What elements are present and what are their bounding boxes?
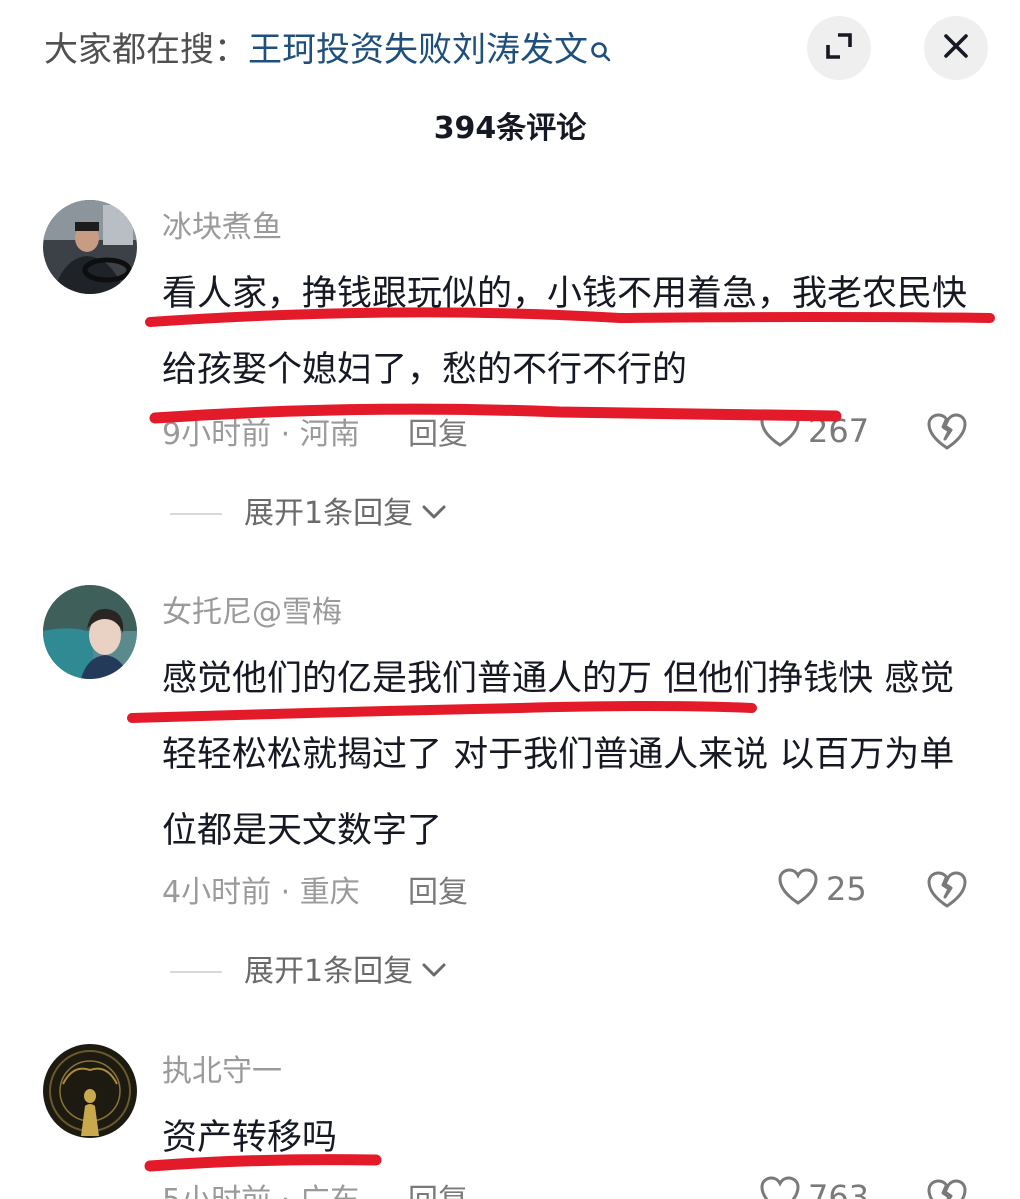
avatar[interactable] xyxy=(43,200,137,294)
expand-replies-label: 展开1条回复 xyxy=(244,496,414,531)
comment-time-location: 5小时前 · 广东 xyxy=(162,1180,360,1199)
avatar[interactable] xyxy=(43,1044,137,1138)
dislike-button[interactable] xyxy=(926,870,968,914)
like-count: 267 xyxy=(808,412,870,450)
search-prefix: 大家都在搜： xyxy=(44,30,248,70)
username[interactable]: 女托尼@雪梅 xyxy=(162,592,342,634)
comment-time-location: 4小时前 · 重庆 xyxy=(162,875,360,910)
chevron-down-icon xyxy=(421,504,447,524)
comment-time-location: 9小时前 · 河南 xyxy=(162,417,360,452)
close-button[interactable] xyxy=(924,16,988,80)
broken-heart-icon xyxy=(926,871,968,914)
like-count: 763 xyxy=(808,1178,870,1199)
comment-text: 看人家，挣钱跟玩似的，小钱不用着急，我老农民快给孩娶个媳妇了，愁的不行不行的 xyxy=(162,274,968,390)
expand-icon xyxy=(824,31,854,65)
divider-line xyxy=(170,971,222,973)
expand-button[interactable] xyxy=(807,16,871,80)
red-underline-annotations xyxy=(127,307,995,1172)
like-button[interactable]: 25 xyxy=(778,868,867,910)
expand-replies-label: 展开1条回复 xyxy=(244,954,414,989)
search-suggestion[interactable]: 大家都在搜：王珂投资失败刘涛发文 xyxy=(44,26,612,76)
divider-line xyxy=(170,513,222,515)
like-count: 25 xyxy=(826,870,867,908)
heart-icon xyxy=(760,410,800,452)
comment-count: 394条评论 xyxy=(433,111,587,146)
chevron-down-icon xyxy=(421,962,447,982)
heart-icon xyxy=(778,868,818,910)
reply-button[interactable]: 回复 xyxy=(408,1180,468,1199)
expand-replies-button[interactable]: 展开1条回复 xyxy=(170,951,447,993)
dislike-button[interactable] xyxy=(926,412,968,456)
expand-replies-button[interactable]: 展开1条回复 xyxy=(170,493,447,535)
like-button[interactable]: 763 xyxy=(760,1176,869,1199)
heart-icon xyxy=(760,1176,800,1199)
comment-text: 资产转移吗 xyxy=(162,1118,338,1158)
reply-button[interactable]: 回复 xyxy=(408,414,468,456)
avatar[interactable] xyxy=(43,585,137,679)
like-button[interactable]: 267 xyxy=(760,410,869,452)
broken-heart-icon xyxy=(926,413,968,456)
search-keyword[interactable]: 王珂投资失败刘涛发文 xyxy=(248,30,588,70)
dislike-button[interactable] xyxy=(926,1178,968,1199)
close-icon xyxy=(942,32,970,64)
comment-panel: 大家都在搜：王珂投资失败刘涛发文 394条评论 冰块煮鱼 看人家，挣钱跟玩似的，… xyxy=(0,0,1020,1199)
search-icon[interactable] xyxy=(590,28,612,76)
comment-text: 感觉他们的亿是我们普通人的万 但他们挣钱快 感觉轻轻松松就揭过了 对于我们普通人… xyxy=(162,659,955,851)
reply-button[interactable]: 回复 xyxy=(408,872,468,914)
username[interactable]: 执北守一 xyxy=(162,1051,282,1093)
username[interactable]: 冰块煮鱼 xyxy=(162,207,282,249)
